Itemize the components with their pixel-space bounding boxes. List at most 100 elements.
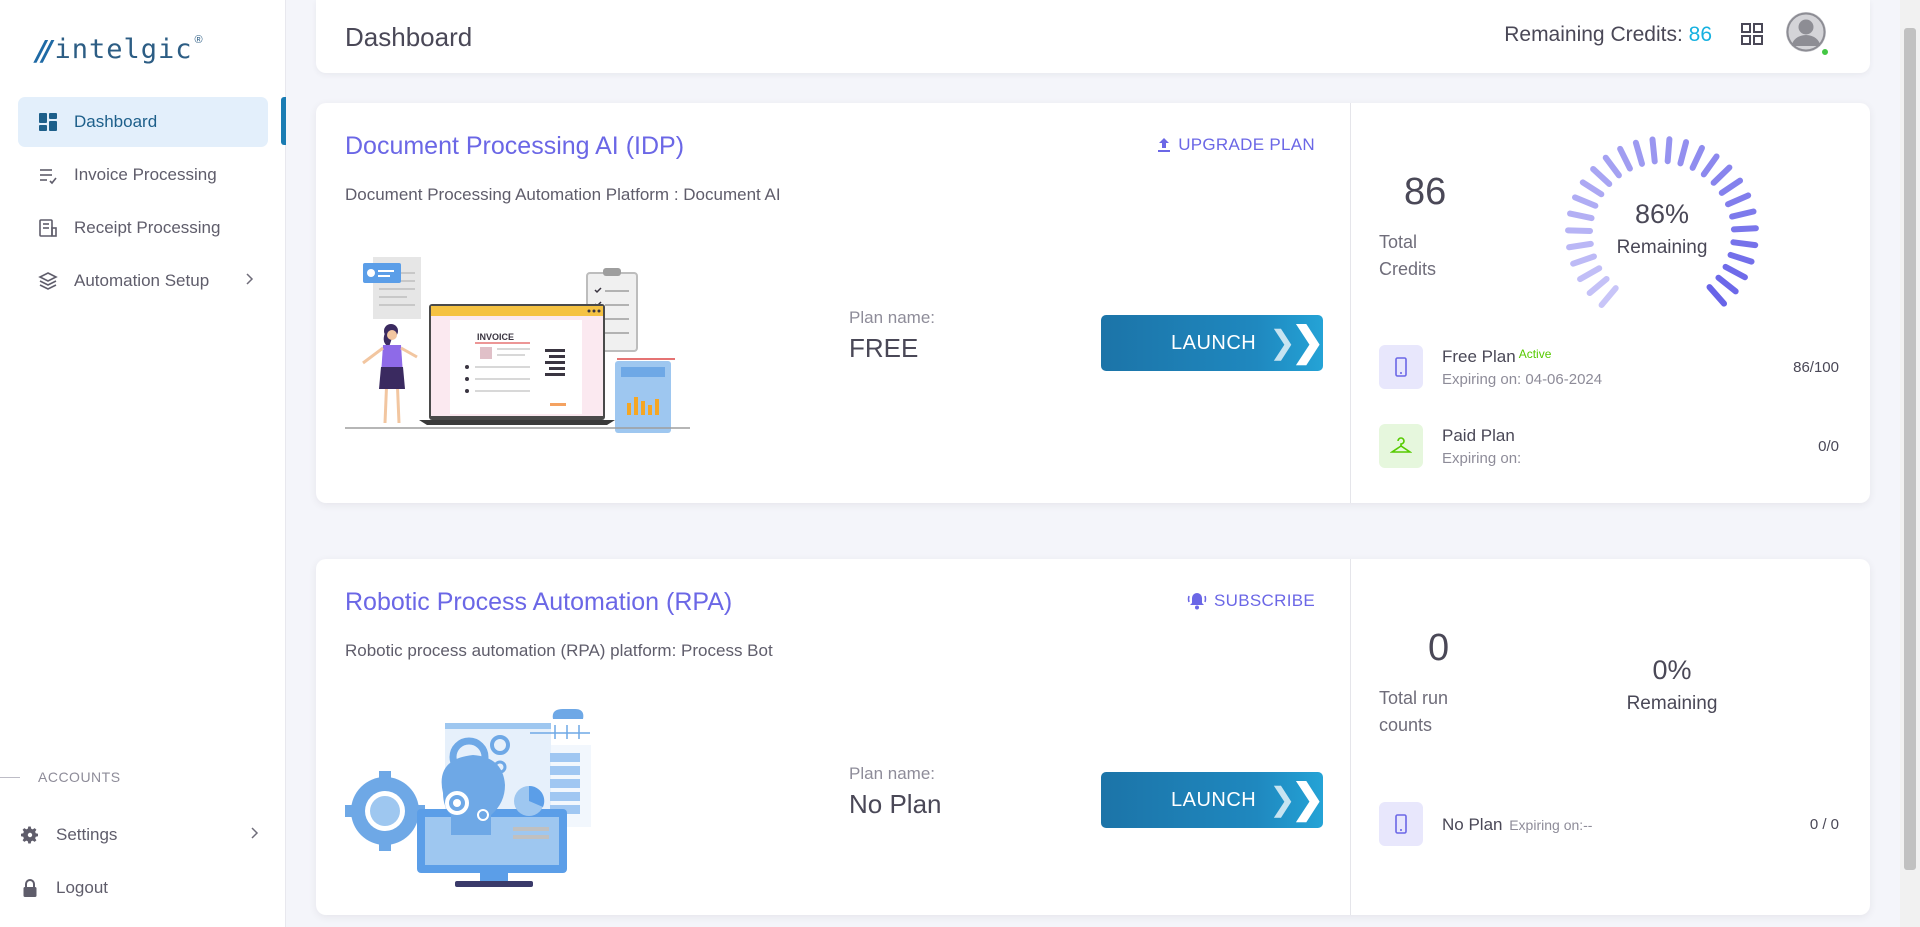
sidebar-item-logout[interactable]: Logout [18,863,273,913]
gauge-segment [1722,263,1748,281]
card-divider [1350,559,1351,915]
accounts-label: ACCOUNTS [38,769,121,785]
gauge-segment [1598,285,1619,309]
sidebar-item-invoice-processing[interactable]: Invoice Processing [18,150,268,200]
apps-grid-icon[interactable] [1740,22,1764,51]
paid-plan-expiry: Expiring on: [1442,450,1522,467]
invoice-icon [38,165,58,185]
gauge-segment [1617,145,1633,172]
chevron-right-icon: ❯ [1291,777,1325,821]
chevron-right-icon [249,825,259,846]
gear-icon [20,825,40,845]
accounts-section-header: ACCOUNTS [0,769,121,785]
rpa-percent: 0% [1652,655,1692,685]
page-title: Dashboard [345,22,473,52]
gauge-segment [1730,225,1759,233]
gauge-segment [1706,284,1728,307]
sidebar-item-receipt-processing[interactable]: Receipt Processing [18,203,268,253]
gauge-segment [1579,179,1605,198]
bell-icon [1187,593,1207,610]
total-credits-label-line1: Total [1379,232,1418,252]
avatar[interactable] [1786,12,1826,52]
idp-plan-label: Plan name: [849,308,935,327]
online-status-dot [1820,47,1830,57]
gauge-segment [1677,139,1690,167]
accounts-nav: Settings Logout [18,810,273,916]
gauge-segment [1664,136,1673,165]
idp-percent-label: Remaining [1616,237,1708,258]
idp-percent: 86% [1634,199,1690,229]
sidebar-item-automation-setup[interactable]: Automation Setup [18,256,268,306]
credits-value: 86 [1688,23,1712,46]
sidebar-item-label: Logout [56,878,108,897]
gauge-segment [1730,239,1759,249]
gauge-segment [1570,253,1597,267]
gauge-segment [1567,210,1595,222]
free-plan-expiry: Expiring on: 04-06-2024 [1442,371,1603,388]
launch-label: LAUNCH [1171,789,1257,811]
gauge-segment [1727,251,1755,265]
upgrade-plan-label: UPGRADE PLAN [1178,135,1315,154]
logo-registered: ® [194,34,203,46]
gauge-segment [1590,166,1613,187]
idp-launch-button[interactable]: LAUNCH ❯ ❯ [1101,315,1325,371]
brand-logo[interactable]: // intelgic ® [36,34,203,67]
dashboard-icon [38,112,58,132]
gauge-segment [1586,275,1610,297]
rpa-description: Robotic process automation (RPA) platfor… [345,641,773,660]
paid-plan-row: Paid Plan Expiring on: 0/0 [1379,424,1839,470]
subscribe-button[interactable]: SUBSCRIBE [1187,591,1315,611]
gauge-segment [1649,136,1658,165]
gauge-segment [1710,164,1733,186]
free-plan-count: 86/100 [1793,359,1839,376]
gauge-segment [1602,154,1622,179]
document-processing-illustration: INVOICE [345,257,690,433]
gauge-segment [1718,177,1744,196]
total-credits-label: Total Credits [1379,229,1436,283]
total-credits-value: 86 [1404,171,1447,213]
sidebar-item-dashboard[interactable]: Dashboard [18,97,268,147]
total-credits-label-line2: Credits [1379,259,1437,279]
free-plan-row: Free Plan Active Expiring on: 04-06-2024 … [1379,345,1839,391]
chevron-right-icon: ❯ [1291,320,1325,364]
sidebar: // intelgic ® Dashboard Invoice Processi… [0,0,286,927]
idp-card: Document Processing AI (IDP) UPGRADE PLA… [316,103,1870,503]
paid-plan-count: 0/0 [1818,438,1839,455]
total-run-counts-value: 0 [1428,627,1450,669]
gauge-segment [1566,240,1594,251]
plan-name-text: Free Plan [1442,347,1516,366]
idp-plan-value: FREE [849,333,919,363]
sidebar-item-label: Automation Setup [74,271,210,290]
total-run-counts-label: Total run counts [1379,685,1448,739]
mobile-icon [1379,802,1423,846]
gauge-segment [1577,265,1603,283]
free-plan-name: Free Plan Active [1442,347,1551,367]
remaining-credits: Remaining Credits: 86 [1504,23,1712,47]
sidebar-item-settings[interactable]: Settings [18,810,273,860]
chevron-right-icon [244,271,254,292]
total-run-label-line2: counts [1379,715,1433,735]
credits-label: Remaining Credits: [1504,23,1683,46]
lock-icon [20,878,40,898]
upgrade-plan-button[interactable]: UPGRADE PLAN [1157,135,1315,155]
upload-icon [1158,138,1171,152]
no-plan-count: 0 / 0 [1809,816,1839,833]
gauge-segment [1689,144,1705,171]
subscribe-label: SUBSCRIBE [1214,591,1315,610]
robotic-automation-illustration [345,709,591,887]
no-plan-name: No Plan Expiring on:-- [1442,815,1592,835]
rpa-card: Robotic Process Automation (RPA) SUBSCRI… [316,559,1870,915]
rpa-plan-label: Plan name: [849,764,935,783]
sidebar-item-label: Dashboard [74,112,158,131]
section-divider [0,776,20,778]
sidebar-item-label: Invoice Processing [74,165,217,184]
logo-text: intelgic [54,34,193,65]
top-bar: Dashboard Remaining Credits: 86 [316,0,1870,73]
layers-icon [38,271,58,291]
page-scrollbar-thumb[interactable] [1904,28,1916,870]
card-divider [1350,103,1351,503]
svg-text:INVOICE: INVOICE [477,332,514,342]
logo-mark: // [36,34,53,67]
rpa-launch-button[interactable]: LAUNCH ❯ ❯ [1101,772,1325,828]
sidebar-nav: Dashboard Invoice Processing Receipt Pro… [18,97,268,309]
